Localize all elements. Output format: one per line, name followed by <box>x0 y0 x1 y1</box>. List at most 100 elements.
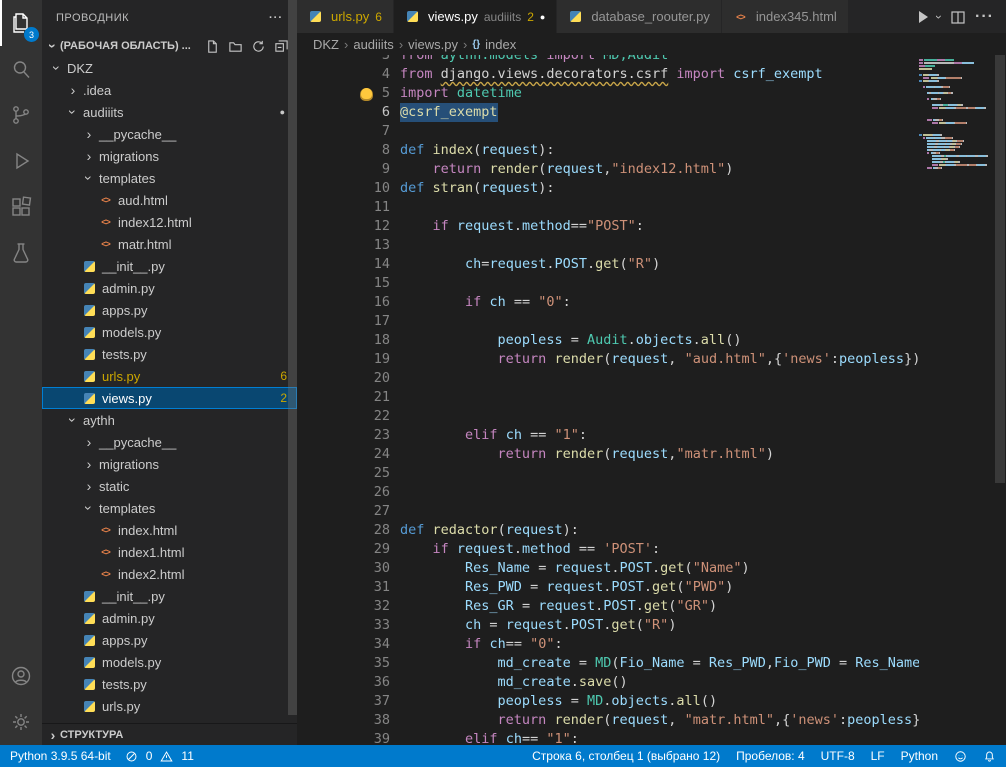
code-line-36[interactable]: 36 md_create.save() <box>297 673 919 692</box>
tree-folder-.idea[interactable]: ›.idea <box>42 79 297 101</box>
tree-file-urls.py[interactable]: urls.py <box>42 695 297 717</box>
tree-folder-migrations[interactable]: ›migrations <box>42 145 297 167</box>
breadcrumb-item-DKZ[interactable]: DKZ <box>313 37 339 52</box>
code-line-9[interactable]: 9 return render(request,"index12.html") <box>297 160 919 179</box>
code-line-34[interactable]: 34 if ch== "0": <box>297 635 919 654</box>
settings-gear-icon[interactable] <box>0 699 42 745</box>
code-line-12[interactable]: 12 if request.method=="POST": <box>297 217 919 236</box>
run-python-file-button[interactable] <box>919 11 928 23</box>
tree-file-views.py[interactable]: views.py2 <box>42 387 297 409</box>
code-line-27[interactable]: 27 <box>297 502 919 521</box>
code-line-18[interactable]: 18 peopless = Audit.objects.all() <box>297 331 919 350</box>
code-line-5[interactable]: 5import datetime <box>297 84 919 103</box>
indentation[interactable]: Пробелов: 4 <box>736 749 805 763</box>
tab-index345.html[interactable]: <>index345.html <box>722 0 849 33</box>
tree-file-aud.html[interactable]: <>aud.html <box>42 189 297 211</box>
tab-views.py[interactable]: views.pyaudiiits2● <box>394 0 557 33</box>
code-line-19[interactable]: 19 return render(request, "aud.html",{'n… <box>297 350 919 369</box>
minimap[interactable] <box>919 55 993 745</box>
breadcrumb-item-audiiits[interactable]: audiiits <box>353 37 393 52</box>
tree-folder-static[interactable]: ›static <box>42 475 297 497</box>
tree-file-index1.html[interactable]: <>index1.html <box>42 541 297 563</box>
run-debug-icon[interactable] <box>0 138 42 184</box>
code-area[interactable]: 3from aythh.models import MD,Audit4from … <box>297 55 919 745</box>
tree-file-models.py[interactable]: models.py <box>42 321 297 343</box>
code-line-25[interactable]: 25 <box>297 464 919 483</box>
code-line-35[interactable]: 35 md_create = MD(Fio_Name = Res_PWD,Fio… <box>297 654 919 673</box>
code-line-11[interactable]: 11 <box>297 198 919 217</box>
tree-folder-audiiits[interactable]: ›audiiits● <box>42 101 297 123</box>
tree-file-__init__.py[interactable]: __init__.py <box>42 585 297 607</box>
sidebar-scrollbar[interactable] <box>288 0 297 715</box>
extensions-icon[interactable] <box>0 184 42 230</box>
code-line-29[interactable]: 29 if request.method == 'POST': <box>297 540 919 559</box>
code-line-31[interactable]: 31 Res_PWD = request.POST.get("PWD") <box>297 578 919 597</box>
code-line-22[interactable]: 22 <box>297 407 919 426</box>
tree-file-views.py[interactable]: views.py <box>42 717 297 723</box>
code-line-32[interactable]: 32 Res_GR = request.POST.get("GR") <box>297 597 919 616</box>
tree-folder-aythh[interactable]: ›aythh <box>42 409 297 431</box>
code-line-4[interactable]: 4from django.views.decorators.csrf impor… <box>297 65 919 84</box>
notifications-bell-icon[interactable] <box>983 750 996 763</box>
account-icon[interactable] <box>0 653 42 699</box>
code-line-38[interactable]: 38 return render(request, "matr.html",{'… <box>297 711 919 730</box>
cursor-position[interactable]: Строка 6, столбец 1 (выбрано 12) <box>532 749 720 763</box>
breadcrumb-item-index[interactable]: index <box>485 37 516 52</box>
tree-folder-migrations[interactable]: ›migrations <box>42 453 297 475</box>
code-line-28[interactable]: 28def redactor(request): <box>297 521 919 540</box>
tree-file-index12.html[interactable]: <>index12.html <box>42 211 297 233</box>
tree-file-models.py[interactable]: models.py <box>42 651 297 673</box>
tree-file-urls.py[interactable]: urls.py6 <box>42 365 297 387</box>
code-line-21[interactable]: 21 <box>297 388 919 407</box>
encoding[interactable]: UTF-8 <box>821 749 855 763</box>
explorer-icon[interactable]: 3 <box>0 0 42 46</box>
eol-sequence[interactable]: LF <box>871 749 885 763</box>
collapse-all-icon[interactable] <box>274 39 289 54</box>
tree-file-tests.py[interactable]: tests.py <box>42 343 297 365</box>
tree-folder-__pycache__[interactable]: ›__pycache__ <box>42 431 297 453</box>
code-line-14[interactable]: 14 ch=request.POST.get("R") <box>297 255 919 274</box>
code-line-15[interactable]: 15 <box>297 274 919 293</box>
tree-file-admin.py[interactable]: admin.py <box>42 277 297 299</box>
refresh-icon[interactable] <box>251 39 266 54</box>
code-line-7[interactable]: 7 <box>297 122 919 141</box>
tab-urls.py[interactable]: urls.py6 <box>297 0 394 33</box>
more-actions-icon[interactable]: ··· <box>975 8 994 26</box>
lightbulb-icon[interactable] <box>361 88 372 99</box>
run-dropdown-icon[interactable]: › <box>932 15 946 19</box>
tree-file-tests.py[interactable]: tests.py <box>42 673 297 695</box>
workspace-section-header[interactable]: › (РАБОЧАЯ ОБЛАСТЬ) ... <box>42 35 297 57</box>
tree-file-__init__.py[interactable]: __init__.py <box>42 255 297 277</box>
code-line-37[interactable]: 37 peopless = MD.objects.all() <box>297 692 919 711</box>
breadcrumb-item-views.py[interactable]: views.py <box>408 37 458 52</box>
tree-file-index2.html[interactable]: <>index2.html <box>42 563 297 585</box>
tree-folder-DKZ[interactable]: ›DKZ <box>42 57 297 79</box>
tree-file-index.html[interactable]: <>index.html <box>42 519 297 541</box>
code-line-3[interactable]: 3from aythh.models import MD,Audit <box>297 55 919 65</box>
tab-database_roouter.py[interactable]: database_roouter.py <box>557 0 722 33</box>
testing-icon[interactable] <box>0 230 42 276</box>
tree-file-admin.py[interactable]: admin.py <box>42 607 297 629</box>
language-mode[interactable]: Python <box>901 749 938 763</box>
python-interpreter[interactable]: Python 3.9.5 64-bit <box>10 749 111 763</box>
code-line-33[interactable]: 33 ch = request.POST.get("R") <box>297 616 919 635</box>
new-file-icon[interactable] <box>205 39 220 54</box>
tree-folder-templates[interactable]: ›templates <box>42 497 297 519</box>
code-line-26[interactable]: 26 <box>297 483 919 502</box>
search-icon[interactable] <box>0 46 42 92</box>
tree-file-apps.py[interactable]: apps.py <box>42 299 297 321</box>
code-line-16[interactable]: 16 if ch == "0": <box>297 293 919 312</box>
tree-file-matr.html[interactable]: <>matr.html <box>42 233 297 255</box>
sidebar-more-icon[interactable]: ··· <box>269 12 283 24</box>
tree-file-apps.py[interactable]: apps.py <box>42 629 297 651</box>
tree-folder-__pycache__[interactable]: ›__pycache__ <box>42 123 297 145</box>
code-line-17[interactable]: 17 <box>297 312 919 331</box>
code-line-8[interactable]: 8def index(request): <box>297 141 919 160</box>
source-control-icon[interactable] <box>0 92 42 138</box>
problems-indicator[interactable]: 0 11 <box>125 749 194 763</box>
split-editor-icon[interactable] <box>950 9 966 25</box>
outline-section-header[interactable]: › СТРУКТУРА <box>42 723 297 745</box>
code-line-24[interactable]: 24 return render(request,"matr.html") <box>297 445 919 464</box>
code-line-23[interactable]: 23 elif ch == "1": <box>297 426 919 445</box>
tree-folder-templates[interactable]: ›templates <box>42 167 297 189</box>
